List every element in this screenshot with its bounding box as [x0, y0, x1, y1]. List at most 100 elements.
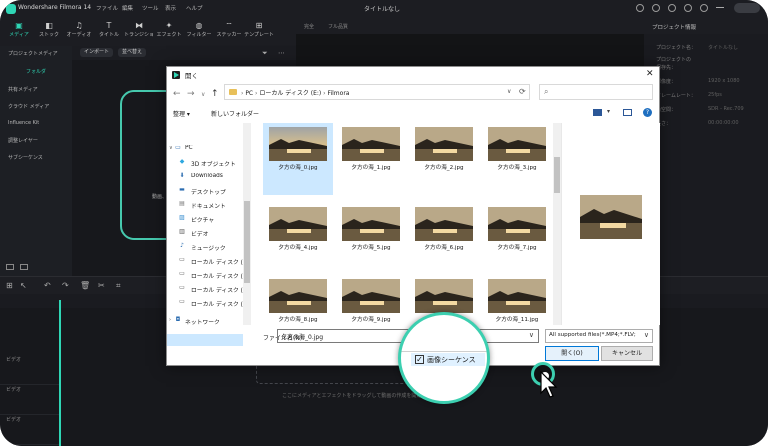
sort-button[interactable]: 並べ替え [118, 48, 147, 57]
back-icon[interactable]: ← [173, 89, 181, 99]
help-icon[interactable]: ? [643, 108, 652, 117]
up-icon[interactable]: ↑ [211, 89, 219, 99]
refresh-icon[interactable]: ⟳ [519, 87, 526, 96]
playhead[interactable] [59, 300, 61, 446]
nav-item-drive-c[interactable]: ローカル ディスク (C [191, 257, 247, 266]
tab-title[interactable]: T タイトル [94, 20, 124, 44]
file-item[interactable]: 夕方の海_0.jpg [263, 123, 333, 195]
screen-icon[interactable] [636, 4, 644, 12]
menu-view[interactable]: 表示 [165, 4, 176, 12]
forward-icon[interactable]: → [187, 89, 195, 99]
nav-item-documents[interactable]: ドキュメント [191, 201, 226, 210]
undo-icon[interactable]: ↶ [44, 281, 51, 290]
settings-icon[interactable] [684, 4, 692, 12]
nav-item-pictures[interactable]: ピクチャ [191, 215, 214, 224]
file-item[interactable]: 夕方の海_8.jpg [263, 275, 333, 325]
chevron-right-icon[interactable]: › [169, 317, 171, 323]
nav-item-desktop[interactable]: デスクトップ [191, 187, 226, 196]
chevron-down-icon[interactable]: ▾ [607, 108, 610, 115]
tab-effect[interactable]: ✦ エフェクト [154, 20, 184, 44]
menu-tools[interactable]: ツール [142, 4, 159, 12]
filter-icon[interactable]: ⏷ [262, 49, 268, 58]
file-item[interactable]: 夕方の海_7.jpg [482, 203, 552, 275]
tab-media[interactable]: ▣ メディア [4, 20, 34, 44]
file-item[interactable]: 夕方の海_6.jpg [409, 203, 479, 275]
tab-transition-label: トランジション [124, 32, 154, 38]
account-icon[interactable] [700, 4, 708, 12]
preview-pane-icon[interactable] [623, 109, 632, 116]
folder-icon[interactable] [20, 264, 28, 270]
sidebar-item-folder[interactable]: フォルダ [26, 68, 46, 75]
nav-item-3d-objects[interactable]: 3D オブジェクト [191, 159, 236, 168]
tab-sticker[interactable]: ⌔ ステッカー [214, 20, 244, 44]
cancel-button[interactable]: キャンセル [601, 346, 653, 361]
sidebar-item-cloud-media[interactable]: クラウド メディア [8, 103, 49, 110]
import-button[interactable]: インポート [80, 48, 114, 57]
image-sequence-checkbox[interactable]: ✓ [415, 355, 424, 364]
nav-item-music[interactable]: ミュージック [191, 243, 226, 252]
grid-icon[interactable]: ⊞ [6, 281, 13, 290]
sidebar-item-shared-media[interactable]: 共有メディア [8, 86, 38, 93]
recent-locations-icon[interactable]: ∨ [201, 91, 205, 98]
sidebar-item-subsequence[interactable]: サブシーケンス [8, 154, 43, 161]
player-mode[interactable]: 完全 [304, 23, 314, 30]
chevron-down-icon[interactable]: ∨ [529, 331, 534, 339]
more-icon[interactable]: ⋯ [278, 49, 285, 57]
sidebar-item-adjustment-layer[interactable]: 調整レイヤー [8, 137, 38, 144]
breadcrumb-folder[interactable]: Filmora [327, 90, 349, 97]
file-list-scrollbar[interactable] [553, 123, 561, 325]
file-item[interactable]: 夕方の海_11.jpg [482, 275, 552, 325]
file-type-select[interactable]: All supported files(*.MP4;*.FLV; ∨ [545, 329, 653, 343]
address-bar[interactable]: › PC › ローカル ディスク (E:) › Filmora ∨ ⟳ [224, 84, 530, 100]
nav-item-videos[interactable]: ビデオ [191, 229, 208, 238]
tab-transition[interactable]: ⧓ トランジション [124, 20, 154, 44]
new-folder-icon[interactable] [6, 264, 14, 270]
nav-item-drive-d[interactable]: ローカル ディスク (D [191, 271, 247, 280]
organize-button[interactable]: 整理 ▾ [173, 109, 190, 118]
crop-icon[interactable]: ⌗ [116, 281, 121, 291]
tab-filter[interactable]: ◍ フィルター [184, 20, 214, 44]
minimize-icon[interactable] [716, 7, 724, 8]
file-item[interactable]: 夕方の海_1.jpg [336, 123, 406, 195]
menu-file[interactable]: ファイル [96, 4, 118, 12]
file-item[interactable]: 夕方の海_3.jpg [482, 123, 552, 195]
notification-icon[interactable] [668, 4, 676, 12]
file-item[interactable]: 夕方の海_2.jpg [409, 123, 479, 195]
nav-item-drive-e[interactable]: ローカル ディスク (E [191, 285, 247, 294]
menu-edit[interactable]: 編集 [122, 4, 133, 12]
nav-item-drive-f[interactable]: ローカル ディスク (F [191, 299, 246, 308]
sunset-sea-thumbnail [415, 207, 473, 241]
sidebar-item-influence-kit[interactable]: Influence Kit [8, 120, 39, 126]
breadcrumb-pc[interactable]: PC [245, 90, 253, 97]
image-sequence-label[interactable]: 画像シーケンス [427, 355, 476, 365]
cloud-icon[interactable] [652, 4, 660, 12]
menu-help[interactable]: ヘルプ [186, 4, 203, 12]
track-label: ビデオ [6, 357, 22, 363]
file-item[interactable]: 夕方の海_4.jpg [263, 203, 333, 275]
nav-scrollbar[interactable] [243, 123, 251, 325]
nav-item-network[interactable]: ネットワーク [185, 317, 220, 326]
tab-template[interactable]: ⊞ テンプレート [244, 20, 274, 44]
close-icon[interactable]: ✕ [646, 69, 654, 79]
view-options-icon[interactable] [593, 109, 602, 116]
open-button[interactable]: 開く(O) [545, 346, 599, 361]
file-item[interactable]: 夕方の海_9.jpg [336, 275, 406, 325]
redo-icon[interactable]: ↷ [62, 281, 69, 290]
delete-icon[interactable]: 🗑 [80, 281, 90, 290]
cut-icon[interactable]: ✂ [98, 281, 105, 290]
select-icon[interactable]: ↖ [20, 281, 27, 290]
player-quality[interactable]: フル品質 [328, 23, 348, 30]
chevron-down-icon[interactable]: ∨ [507, 88, 511, 95]
search-input[interactable]: ⌕ [539, 84, 653, 100]
nav-item-downloads[interactable]: Downloads [191, 173, 223, 179]
export-button[interactable] [734, 3, 760, 13]
sidebar-item-project-media[interactable]: プロジェクトメディア [8, 50, 58, 57]
breadcrumb-drive[interactable]: ローカル ディスク (E:) [259, 90, 321, 97]
nav-scrollbar-thumb[interactable] [244, 201, 250, 283]
tab-audio[interactable]: ♫ オーディオ [64, 20, 94, 44]
tab-stock[interactable]: ◧ ストック [34, 20, 64, 44]
file-list-scrollbar-thumb[interactable] [554, 157, 560, 193]
nav-item-pc[interactable]: PC [185, 145, 193, 151]
new-folder-button[interactable]: 新しいフォルダー [211, 109, 259, 118]
file-item[interactable]: 夕方の海_5.jpg [336, 203, 406, 275]
